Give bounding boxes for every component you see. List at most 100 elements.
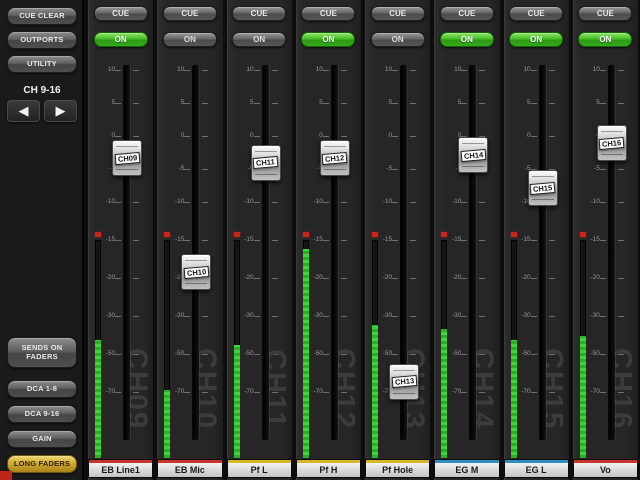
fader-cap[interactable]: CH10 xyxy=(181,254,211,290)
scale-tick-mark xyxy=(392,70,398,71)
channel-name[interactable]: Pf Hole xyxy=(366,460,429,477)
scale-tick-label: -70 xyxy=(244,388,253,395)
fader-cap[interactable]: CH16 xyxy=(597,125,627,161)
scale-tick-mark xyxy=(323,316,329,317)
fader-slot[interactable] xyxy=(263,65,269,440)
fader-cap[interactable]: CH13 xyxy=(389,364,419,400)
scale-tick-label: -10 xyxy=(383,198,392,205)
scale-tick-mark xyxy=(115,278,121,279)
scale-tick-label: -15 xyxy=(591,236,600,243)
scale-tick: 0 xyxy=(365,136,430,137)
fader-cap[interactable]: CH15 xyxy=(528,170,558,206)
gain-button[interactable]: GAIN xyxy=(7,430,77,448)
channel-strip: CUE ON 1050-5-10-15-20-30-50-70 CH15 CH1… xyxy=(504,0,569,480)
scale-tick-mark xyxy=(392,202,398,203)
level-meter xyxy=(511,240,517,458)
peak-indicator xyxy=(372,232,378,237)
level-meter xyxy=(234,240,240,458)
scale-tick-mark xyxy=(392,316,398,317)
fader-slot[interactable] xyxy=(540,65,546,440)
channel-name[interactable]: EG L xyxy=(505,460,568,477)
fader-cap-label: CH16 xyxy=(599,136,625,149)
scale-tick-mark xyxy=(461,278,467,279)
scale-tick-label: -15 xyxy=(175,236,184,243)
scale-tick-mark xyxy=(272,136,278,137)
scale-tick: -5 xyxy=(573,169,638,170)
cue-button[interactable]: CUE xyxy=(440,6,494,21)
channel-name[interactable]: Vo xyxy=(574,460,637,477)
layer-prev-button[interactable]: ◀ xyxy=(7,100,40,122)
channel-name[interactable]: EG M xyxy=(435,460,498,477)
scale-tick-mark xyxy=(115,202,121,203)
dca-9-16-button[interactable]: DCA 9-16 xyxy=(7,405,77,423)
scale-tick-mark xyxy=(392,240,398,241)
scale-tick-label: -70 xyxy=(175,388,184,395)
fader-area: 1050-5-10-15-20-30-50-70 CH14 CH14 xyxy=(434,55,499,448)
scale-tick-label: 10 xyxy=(523,66,530,73)
scale-tick: 0 xyxy=(227,136,292,137)
scale-tick-mark xyxy=(341,103,347,104)
scale-tick-label: -20 xyxy=(244,274,253,281)
fader-cap[interactable]: CH12 xyxy=(320,140,350,176)
fader-cap-label: CH15 xyxy=(530,181,556,194)
scale-tick-label: -15 xyxy=(383,236,392,243)
scale-tick-label: -10 xyxy=(175,198,184,205)
scale-tick: 10 xyxy=(434,70,499,71)
cue-button[interactable]: CUE xyxy=(301,6,355,21)
sends-on-faders-button[interactable]: SENDS ON FADERS xyxy=(7,337,77,368)
scale-tick-mark xyxy=(133,103,139,104)
scale-tick-label: -30 xyxy=(591,312,600,319)
level-meter xyxy=(372,240,378,458)
scale-tick-label: -70 xyxy=(452,388,461,395)
scale-tick-mark xyxy=(618,240,624,241)
level-meter-fill xyxy=(580,336,586,458)
on-button[interactable]: ON xyxy=(301,32,355,47)
on-button[interactable]: ON xyxy=(578,32,632,47)
cue-button[interactable]: CUE xyxy=(232,6,286,21)
fader-cap[interactable]: CH14 xyxy=(458,137,488,173)
on-button[interactable]: ON xyxy=(440,32,494,47)
cue-button[interactable]: CUE xyxy=(578,6,632,21)
dca-1-8-button[interactable]: DCA 1-8 xyxy=(7,380,77,398)
scale-tick-mark xyxy=(479,316,485,317)
scale-tick: -10 xyxy=(365,202,430,203)
mixer-app: CUE CLEAR OUTPORTS UTILITY CH 9-16 ◀ ▶ S… xyxy=(0,0,640,480)
cue-button[interactable]: CUE xyxy=(163,6,217,21)
fader-cap-label: CH09 xyxy=(114,151,140,164)
cue-button[interactable]: CUE xyxy=(371,6,425,21)
scale-tick-mark xyxy=(410,70,416,71)
fader-slot[interactable] xyxy=(609,65,615,440)
fader-slot[interactable] xyxy=(193,65,199,440)
fader-slot[interactable] xyxy=(470,65,476,440)
fader-slot[interactable] xyxy=(124,65,130,440)
on-button[interactable]: ON xyxy=(94,32,148,47)
cue-button[interactable]: CUE xyxy=(94,6,148,21)
scale-tick-mark xyxy=(115,316,121,317)
on-button[interactable]: ON xyxy=(232,32,286,47)
layer-next-button[interactable]: ▶ xyxy=(44,100,77,122)
red-indicator xyxy=(0,471,12,480)
scale-tick: 10 xyxy=(296,70,361,71)
cue-clear-button[interactable]: CUE CLEAR xyxy=(7,7,77,25)
fader-cap-label: CH10 xyxy=(183,265,209,278)
utility-button[interactable]: UTILITY xyxy=(7,55,77,73)
outports-button[interactable]: OUTPORTS xyxy=(7,31,77,49)
on-button[interactable]: ON xyxy=(371,32,425,47)
long-faders-button[interactable]: LONG FADERS xyxy=(7,455,77,473)
on-button[interactable]: ON xyxy=(163,32,217,47)
fader-slot[interactable] xyxy=(332,65,338,440)
cue-button[interactable]: CUE xyxy=(509,6,563,21)
scale-tick-mark xyxy=(323,202,329,203)
scale-tick: 10 xyxy=(573,70,638,71)
on-button[interactable]: ON xyxy=(509,32,563,47)
channel-name[interactable]: EB Line1 xyxy=(89,460,152,477)
channel-name[interactable]: Pf H xyxy=(297,460,360,477)
fader-cap[interactable]: CH09 xyxy=(112,140,142,176)
fader-cap[interactable]: CH11 xyxy=(251,145,281,181)
scale-tick-label: 10 xyxy=(246,66,253,73)
channel-name[interactable]: EB Mic xyxy=(158,460,221,477)
channel-name[interactable]: Pf L xyxy=(228,460,291,477)
scale-tick-label: -10 xyxy=(452,198,461,205)
channel-name-label: Pf H xyxy=(319,465,337,475)
scale-tick-mark xyxy=(600,202,606,203)
